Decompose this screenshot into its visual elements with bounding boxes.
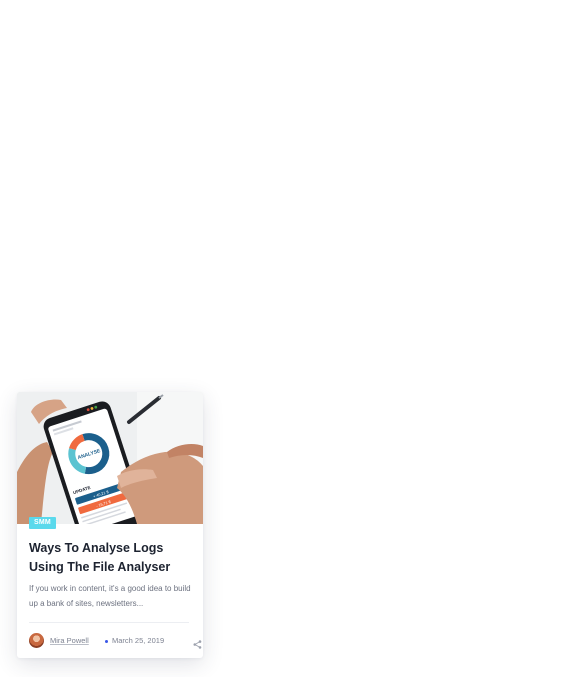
post-title[interactable]: Ways To Analyse Logs Using The File Anal… [29,539,193,577]
meta-separator-dot [105,640,108,643]
post-thumbnail[interactable]: ANALYSE UPDATE + 40,21 $ - 15,71 $ [17,392,203,524]
card-divider [29,622,189,623]
blog-post-card[interactable]: ANALYSE UPDATE + 40,21 $ - 15,71 $ SMM W… [17,392,203,658]
phone-analytics-illustration: ANALYSE UPDATE + 40,21 $ - 15,71 $ [17,392,203,524]
post-meta: Mira Powell March 25, 2019 [29,633,202,649]
author-avatar[interactable] [29,633,44,648]
page: ANALYSE UPDATE + 40,21 $ - 15,71 $ SMM W… [0,0,580,677]
category-badge[interactable]: SMM [29,517,56,529]
author-link[interactable]: Mira Powell [50,636,89,645]
share-icon[interactable] [193,636,202,649]
post-date: March 25, 2019 [112,636,165,645]
post-excerpt: If you work in content, it's a good idea… [29,584,191,608]
